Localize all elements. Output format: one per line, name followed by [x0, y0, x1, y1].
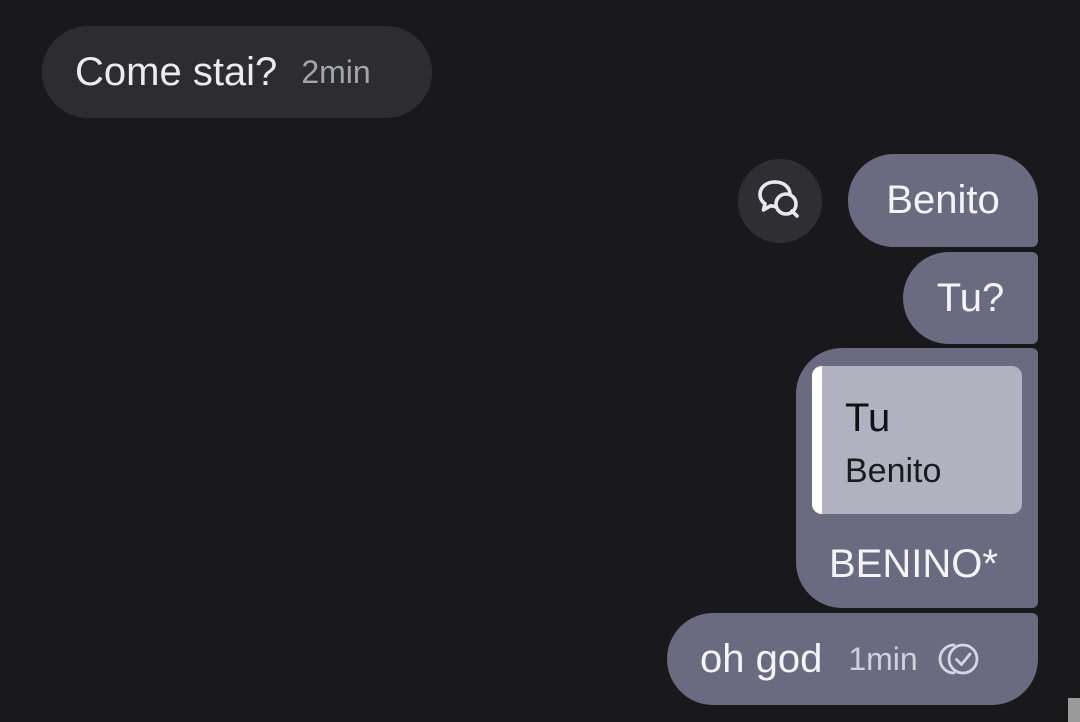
outgoing-message-bubble[interactable]: oh god 1min: [667, 613, 1038, 705]
reply-button[interactable]: [738, 159, 822, 243]
message-text: Benito: [886, 178, 1000, 222]
incoming-message-bubble[interactable]: Come stai? 2min: [42, 26, 432, 118]
quote-accent-bar: [812, 366, 822, 514]
reply-chat-icon: [755, 174, 805, 229]
message-text: oh god: [700, 636, 823, 681]
message-timestamp: 1min: [848, 640, 918, 677]
quoted-message-text: Benito: [845, 452, 942, 490]
quoted-message-card[interactable]: Tu Benito: [812, 366, 1022, 514]
outgoing-reply-message-bubble[interactable]: Tu Benito BENINO*: [796, 348, 1038, 608]
outgoing-message-bubble[interactable]: Benito: [848, 154, 1038, 247]
message-timestamp: 2min: [301, 53, 371, 90]
message-text: Come stai?: [75, 49, 278, 94]
double-check-read-icon: [936, 641, 984, 677]
scrollbar-thumb[interactable]: [1068, 698, 1080, 722]
message-text: Tu?: [936, 275, 1005, 320]
quoted-message-author: Tu: [845, 396, 891, 440]
message-text: BENINO*: [829, 542, 998, 586]
outgoing-message-bubble[interactable]: Tu?: [903, 252, 1038, 344]
